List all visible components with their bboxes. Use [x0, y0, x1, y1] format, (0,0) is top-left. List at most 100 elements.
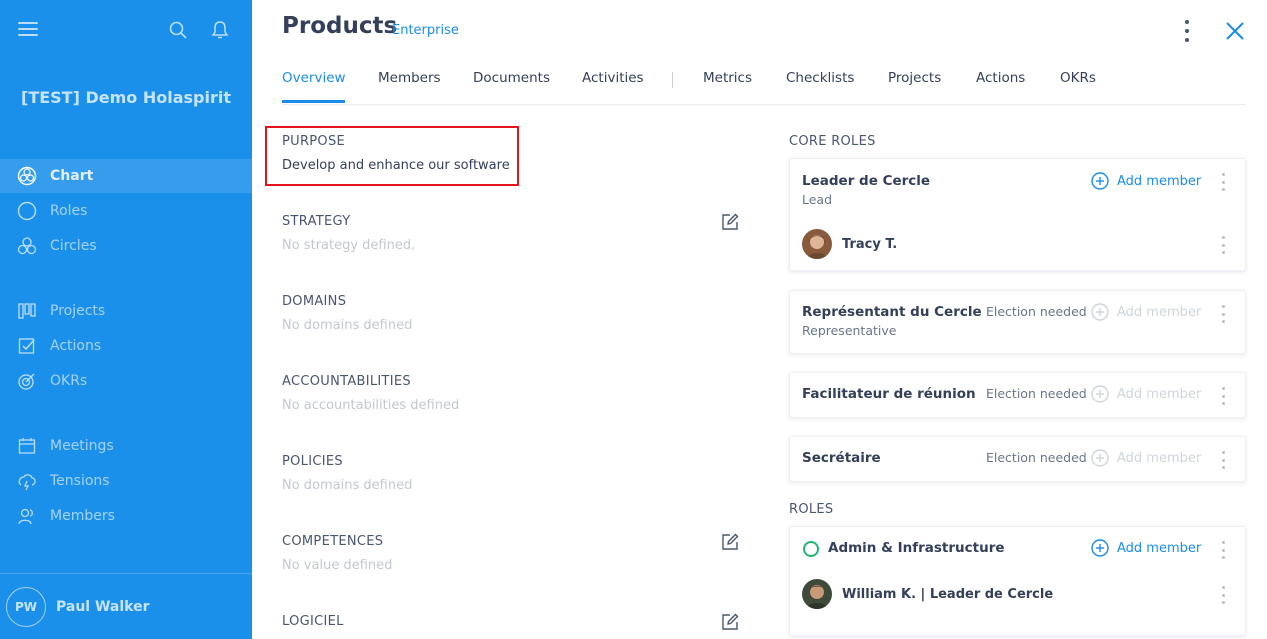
- tab-divider: [672, 72, 673, 88]
- user-name: Paul Walker: [56, 598, 150, 615]
- plus-circle-icon: [1091, 385, 1109, 403]
- purpose-value: Develop and enhance our software: [282, 158, 510, 173]
- role-name[interactable]: Facilitateur de réunion: [802, 386, 976, 402]
- plus-circle-icon: [1091, 303, 1109, 321]
- role-card-secretary[interactable]: Secrétaire Election needed Add member: [789, 436, 1246, 482]
- tab-actions[interactable]: Actions: [976, 70, 1025, 86]
- sidebar-item-label: Actions: [50, 338, 102, 354]
- edit-competences-icon[interactable]: [721, 533, 739, 551]
- sidebar-item-label: Circles: [50, 238, 97, 254]
- search-icon[interactable]: [168, 20, 188, 40]
- add-member-button[interactable]: Add member: [1091, 539, 1201, 557]
- add-member-button[interactable]: Add member: [1091, 385, 1201, 403]
- role-circle-icon: [803, 541, 819, 557]
- role-name[interactable]: Admin & Infrastructure: [828, 540, 1005, 556]
- user-profile[interactable]: PW Paul Walker: [0, 573, 252, 639]
- role-options-icon[interactable]: [1218, 451, 1228, 469]
- meetings-icon: [17, 436, 37, 456]
- role-options-icon[interactable]: [1218, 541, 1228, 559]
- member-name: Tracy T.: [842, 236, 898, 252]
- tab-metrics[interactable]: Metrics: [703, 70, 752, 86]
- sidebar-item-chart[interactable]: Chart: [0, 159, 252, 193]
- accountabilities-label: ACCOUNTABILITIES: [282, 374, 411, 389]
- role-name[interactable]: Leader de Cercle: [802, 173, 930, 189]
- purpose-label: PURPOSE: [282, 134, 346, 149]
- competences-value: No value defined: [282, 558, 393, 573]
- sidebar-item-projects[interactable]: Projects: [0, 294, 252, 328]
- strategy-label: STRATEGY: [282, 214, 351, 229]
- member-options-icon[interactable]: [1218, 236, 1228, 254]
- add-member-button[interactable]: Add member: [1091, 449, 1201, 467]
- sidebar: [TEST] Demo Holaspirit Chart Roles Circl…: [0, 0, 252, 639]
- tab-bar: Overview Members Documents Activities Me…: [282, 60, 1246, 105]
- sidebar-item-roles[interactable]: Roles: [0, 194, 252, 228]
- tab-overview[interactable]: Overview: [282, 70, 346, 86]
- role-options-icon[interactable]: [1218, 387, 1228, 405]
- policies-value: No domains defined: [282, 478, 413, 493]
- role-card-facilitator[interactable]: Facilitateur de réunion Election needed …: [789, 372, 1246, 418]
- domains-value: No domains defined: [282, 318, 413, 333]
- add-member-button[interactable]: Add member: [1091, 303, 1201, 321]
- role-card-leader[interactable]: Leader de Cercle Lead Add member Tracy T…: [789, 158, 1246, 271]
- domains-label: DOMAINS: [282, 294, 347, 309]
- role-type: Lead: [802, 192, 833, 207]
- plus-circle-icon: [1091, 449, 1109, 467]
- role-name[interactable]: Représentant du Cercle: [802, 304, 982, 320]
- close-icon[interactable]: [1224, 20, 1246, 42]
- page-subtitle[interactable]: Enterprise: [392, 23, 459, 38]
- edit-strategy-icon[interactable]: [721, 213, 739, 231]
- sidebar-item-label: Tensions: [50, 473, 110, 489]
- menu-icon[interactable]: [18, 22, 38, 38]
- role-card-admin[interactable]: Admin & Infrastructure Add member Willia…: [789, 526, 1246, 636]
- tab-projects[interactable]: Projects: [888, 70, 941, 86]
- sidebar-item-okrs[interactable]: OKRs: [0, 364, 252, 398]
- projects-icon: [17, 301, 37, 321]
- roles-label: ROLES: [789, 502, 834, 517]
- sidebar-item-label: Roles: [50, 203, 88, 219]
- member-row[interactable]: William K. | Leader de Cercle: [802, 579, 1053, 609]
- role-options-icon[interactable]: [1218, 305, 1228, 323]
- chart-icon: [17, 166, 37, 186]
- avatar: [802, 229, 832, 259]
- sidebar-item-meetings[interactable]: Meetings: [0, 429, 252, 463]
- add-member-label: Add member: [1117, 386, 1202, 402]
- tab-checklists[interactable]: Checklists: [786, 70, 854, 86]
- members-icon: [17, 506, 37, 526]
- sidebar-item-label: Projects: [50, 303, 106, 319]
- role-type: Representative: [802, 323, 897, 338]
- competences-label: COMPETENCES: [282, 534, 384, 549]
- policies-label: POLICIES: [282, 454, 343, 469]
- sidebar-item-tensions[interactable]: Tensions: [0, 464, 252, 498]
- sidebar-item-label: Meetings: [50, 438, 114, 454]
- tab-members[interactable]: Members: [378, 70, 441, 86]
- sidebar-item-label: Members: [50, 508, 115, 524]
- role-options-icon[interactable]: [1218, 173, 1228, 191]
- sidebar-item-label: OKRs: [50, 373, 88, 389]
- actions-icon: [17, 336, 37, 356]
- tab-okrs[interactable]: OKRs: [1060, 70, 1096, 86]
- edit-logiciel-icon[interactable]: [721, 613, 739, 631]
- tab-activities[interactable]: Activities: [582, 70, 644, 86]
- member-row[interactable]: Tracy T.: [802, 229, 897, 259]
- sidebar-item-members[interactable]: Members: [0, 499, 252, 533]
- tab-documents[interactable]: Documents: [473, 70, 550, 86]
- circles-icon: [17, 236, 37, 256]
- organization-name[interactable]: [TEST] Demo Holaspirit: [0, 88, 252, 107]
- accountabilities-value: No accountabilities defined: [282, 398, 460, 413]
- bell-icon[interactable]: [210, 20, 230, 40]
- tensions-icon: [17, 471, 37, 491]
- election-status: Election needed: [986, 304, 1087, 319]
- role-name[interactable]: Secrétaire: [802, 450, 881, 466]
- sidebar-item-actions[interactable]: Actions: [0, 329, 252, 363]
- add-member-label: Add member: [1117, 304, 1202, 320]
- more-options-icon[interactable]: [1177, 18, 1197, 44]
- avatar: PW: [6, 586, 46, 627]
- member-options-icon[interactable]: [1218, 586, 1228, 604]
- add-member-button[interactable]: Add member: [1091, 172, 1201, 190]
- logiciel-label: LOGICIEL: [282, 614, 344, 629]
- add-member-label: Add member: [1117, 540, 1202, 556]
- role-card-representative[interactable]: Représentant du Cercle Representative El…: [789, 290, 1246, 354]
- election-status: Election needed: [986, 450, 1087, 465]
- sidebar-item-circles[interactable]: Circles: [0, 229, 252, 263]
- roles-icon: [17, 201, 37, 221]
